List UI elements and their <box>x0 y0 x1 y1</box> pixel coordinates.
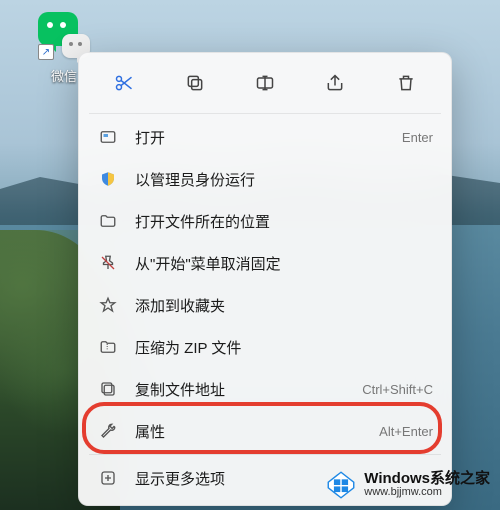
menu-separator <box>89 454 441 455</box>
watermark-title: Windows系统之家 <box>364 471 490 487</box>
menu-item-copy-path[interactable]: 复制文件地址 Ctrl+Shift+C <box>85 368 445 410</box>
menu-item-label: 属性 <box>135 421 379 442</box>
rename-icon <box>255 73 275 93</box>
menu-item-shortcut: Alt+Enter <box>379 424 433 439</box>
folder-icon <box>97 210 119 232</box>
context-menu-action-row <box>85 59 445 111</box>
menu-separator <box>89 113 441 114</box>
menu-item-compress-zip[interactable]: 压缩为 ZIP 文件 <box>85 326 445 368</box>
menu-item-label: 压缩为 ZIP 文件 <box>135 337 433 358</box>
unpin-icon <box>97 252 119 274</box>
watermark: Windows系统之家 www.bjjmw.com <box>320 466 494 504</box>
menu-item-open[interactable]: 打开 Enter <box>85 116 445 158</box>
copy-path-icon <box>97 378 119 400</box>
shield-icon <box>97 168 119 190</box>
share-button[interactable] <box>302 63 368 103</box>
open-icon <box>97 126 119 148</box>
menu-item-unpin-start[interactable]: 从"开始"菜单取消固定 <box>85 242 445 284</box>
delete-button[interactable] <box>373 63 439 103</box>
menu-item-label: 复制文件地址 <box>135 379 362 400</box>
zip-icon <box>97 336 119 358</box>
shortcut-arrow-icon: ↗ <box>38 44 54 60</box>
menu-item-label: 以管理员身份运行 <box>135 169 433 190</box>
menu-item-shortcut: Enter <box>402 130 433 145</box>
rename-button[interactable] <box>232 63 298 103</box>
menu-item-run-as-admin[interactable]: 以管理员身份运行 <box>85 158 445 200</box>
menu-item-label: 打开文件所在的位置 <box>135 211 433 232</box>
copy-button[interactable] <box>161 63 227 103</box>
trash-icon <box>396 73 416 93</box>
copy-icon <box>185 73 205 93</box>
menu-item-shortcut: Ctrl+Shift+C <box>362 382 433 397</box>
scissors-icon <box>114 73 134 93</box>
cut-button[interactable] <box>91 63 157 103</box>
context-menu: 打开 Enter 以管理员身份运行 打开文件所在的位置 从"开始"菜单取消固定 … <box>78 52 452 506</box>
windows-logo-icon <box>324 468 358 502</box>
menu-item-properties[interactable]: 属性 Alt+Enter <box>85 410 445 452</box>
share-icon <box>325 73 345 93</box>
menu-item-open-location[interactable]: 打开文件所在的位置 <box>85 200 445 242</box>
star-icon <box>97 294 119 316</box>
more-options-icon <box>97 467 119 489</box>
menu-item-label: 添加到收藏夹 <box>135 295 433 316</box>
menu-item-label: 打开 <box>135 127 402 148</box>
menu-item-add-favorites[interactable]: 添加到收藏夹 <box>85 284 445 326</box>
watermark-url: www.bjjmw.com <box>364 487 490 499</box>
menu-item-label: 从"开始"菜单取消固定 <box>135 253 433 274</box>
wrench-icon <box>97 420 119 442</box>
